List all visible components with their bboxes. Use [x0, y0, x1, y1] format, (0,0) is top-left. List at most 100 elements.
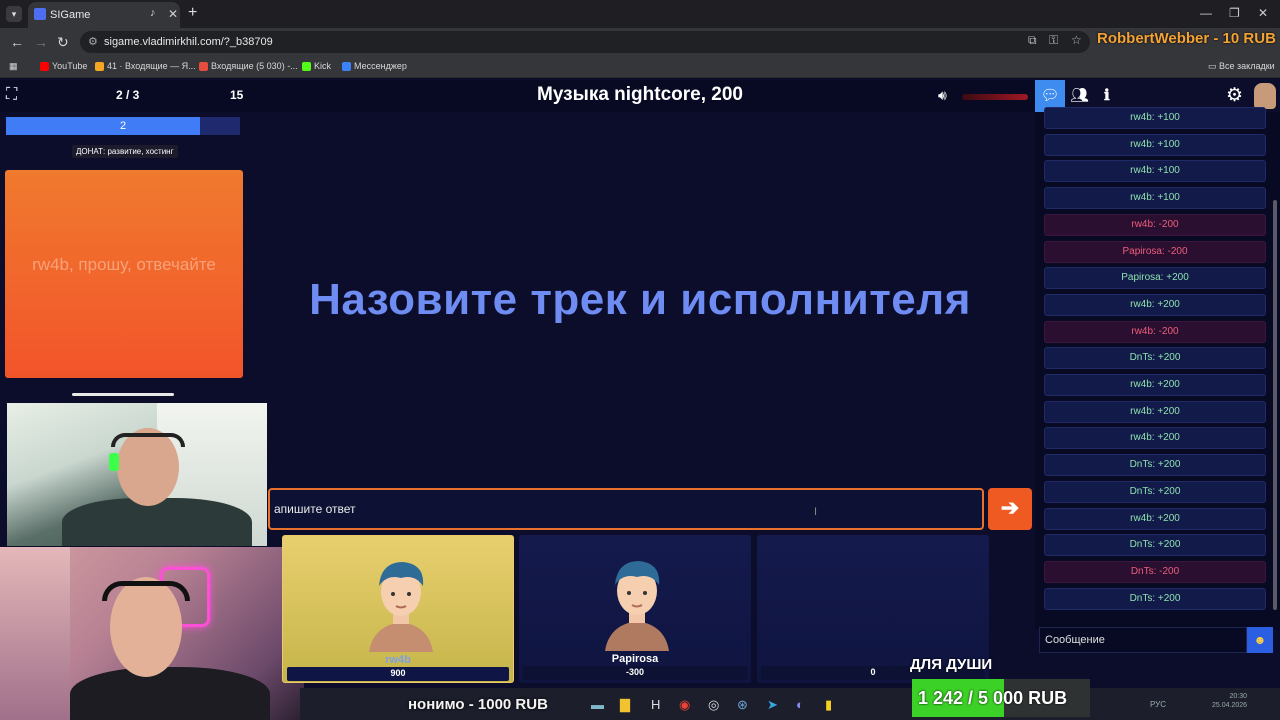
telegram-icon[interactable]: ➤ [767, 697, 778, 713]
chat-message: rw4b: +200 [1044, 400, 1266, 423]
player-card[interactable]: rw4b 900 [282, 535, 514, 683]
window-close-icon[interactable]: ✕ [1258, 6, 1268, 20]
player-avatar-icon [369, 562, 433, 652]
volume-fill [962, 94, 1028, 100]
tank-app-icon[interactable]: ▬ [591, 697, 604, 712]
top-donation-overlay: RobbertWebber - 10 RUB [1097, 30, 1276, 47]
webcam-guest [7, 403, 267, 546]
h-app-icon[interactable]: H [651, 697, 660, 712]
address-bar[interactable]: ⚙ sigame.vladimirkhil.com/?_b38709 [80, 31, 1090, 53]
tab-search-button[interactable]: ▾ [6, 6, 22, 22]
browser-tab-title: SIGame [50, 9, 91, 21]
bookmark-label: 41 · Входящие — Я... [107, 61, 196, 71]
chat-message: rw4b: -200 [1044, 320, 1266, 343]
player-card[interactable]: Papirosa -300 [519, 535, 751, 683]
webcam-streamer [0, 547, 304, 720]
avatar[interactable] [1254, 83, 1276, 109]
players-icon[interactable]: 👥︎ [1070, 86, 1089, 104]
sigame-favicon-icon [34, 8, 46, 20]
player-name: rw4b [385, 654, 411, 666]
tray-clock[interactable]: 20:30 25.04.2026 [1212, 692, 1247, 710]
chat-message: Papirosa: +200 [1044, 267, 1266, 290]
chat-message: DnTs: +200 [1044, 454, 1266, 477]
site-info-icon[interactable]: ⚙ [88, 35, 98, 48]
app-icon[interactable]: ▮ [825, 697, 832, 713]
main-question: Назовите трек и исполнителя [309, 275, 971, 324]
bookmark-youtube[interactable]: YouTube [40, 61, 87, 72]
folder-icon[interactable]: ▇ [620, 697, 630, 713]
reload-icon[interactable]: ↻ [57, 34, 69, 51]
chat-message-input[interactable] [1039, 627, 1247, 653]
player-score: -300 [625, 667, 644, 677]
donate-tooltip: ДОНАТ: развитие, хостинг [72, 145, 178, 158]
info-icon[interactable]: ℹ [1104, 86, 1110, 104]
bookmark-kick[interactable]: Kick [302, 61, 332, 72]
chat-message: DnTs: -200 [1044, 560, 1266, 583]
tray-time: 20:30 [1229, 693, 1248, 700]
bookmark-label: Kick [314, 61, 332, 71]
password-key-icon[interactable]: ⚿ [1049, 33, 1058, 48]
chat-message: DnTs: +200 [1044, 480, 1266, 503]
donation-goal-text: 1 242 / 5 000 RUB [918, 688, 1068, 708]
back-icon[interactable]: ← [10, 34, 24, 50]
bookmark-label: Входящие (5 030) -... [211, 61, 298, 71]
tray-language[interactable]: РУС [1150, 700, 1166, 709]
webcam-body [70, 667, 270, 720]
all-bookmarks[interactable]: ▭ Все закладки [1208, 61, 1275, 72]
emoji-icon[interactable]: ☻ [1247, 627, 1273, 653]
text-cursor-icon: I [814, 506, 818, 518]
chat-scrollbar[interactable] [1273, 200, 1277, 610]
new-tab-button[interactable]: + [188, 4, 197, 22]
headphones-icon [111, 433, 185, 447]
volume-icon[interactable]: 🔊︎ [938, 87, 947, 104]
browser-tab[interactable]: SIGame ♪ ✕ [28, 2, 180, 28]
all-bookmarks-label: Все закладки [1219, 61, 1275, 71]
chat-message: rw4b: +100 [1044, 107, 1266, 129]
minimize-icon[interactable]: — [1200, 6, 1212, 20]
chrome-icon[interactable]: ◉ [679, 697, 690, 713]
bookmark-mail-yandex[interactable]: 41 · Входящие — Я... [95, 61, 196, 72]
gear-icon[interactable]: ⚙ [1226, 84, 1243, 107]
address-toolbar: ← → ↻ ⚙ sigame.vladimirkhil.com/?_b38709… [0, 28, 1280, 56]
bookmark-messenger[interactable]: Мессенджер [342, 61, 407, 72]
install-app-icon[interactable]: ⧉ [1028, 33, 1037, 48]
headphones-icon [102, 581, 190, 601]
tab-close-icon[interactable]: ✕ [168, 7, 178, 21]
tab-audio-icon[interactable]: ♪ [150, 7, 156, 19]
bookmark-gmail[interactable]: Входящие (5 030) -... [199, 61, 298, 72]
url-text: sigame.vladimirkhil.com/?_b38709 [104, 36, 273, 48]
chat-message: rw4b: -200 [1044, 213, 1266, 236]
webcam-body [62, 498, 252, 546]
chat-message: DnTs: +200 [1044, 534, 1266, 557]
player-avatar-icon [605, 561, 669, 651]
send-answer-button[interactable]: ➔ [988, 488, 1032, 530]
headphone-light [109, 453, 119, 471]
chat-message: rw4b: +100 [1044, 187, 1266, 210]
divider [72, 393, 174, 396]
forward-icon[interactable]: → [34, 34, 48, 50]
chat-message: rw4b: +200 [1044, 427, 1266, 450]
chat-message: rw4b: +100 [1044, 160, 1266, 183]
chat-message: Papirosa: -200 [1044, 240, 1266, 263]
chat-message: rw4b: +200 [1044, 374, 1266, 396]
chat-message: DnTs: +200 [1044, 347, 1266, 370]
bookmarks-bar: ▦ YouTube 41 · Входящие — Я... Входящие … [0, 56, 1280, 78]
obs-icon[interactable]: ◎ [708, 697, 719, 713]
bookmark-label: Мессенджер [354, 61, 407, 71]
tray-date: 25.04.2026 [1212, 702, 1248, 709]
maximize-icon[interactable]: ❐ [1229, 6, 1240, 20]
discord-icon[interactable]: ◐ [796, 697, 804, 712]
mail-icon [95, 62, 104, 72]
steam-icon[interactable]: ⊛ [737, 697, 748, 713]
timer-progress-label: 2 [119, 120, 127, 132]
gmail-icon [199, 62, 208, 72]
youtube-icon [40, 62, 49, 72]
answer-input[interactable] [268, 488, 984, 530]
donor-overlay: нонимо - 1000 RUB [408, 696, 548, 713]
bookmark-star-icon[interactable]: ☆ [1071, 33, 1082, 47]
chat-message: rw4b: +100 [1044, 133, 1266, 156]
donation-goal-label: ДЛЯ ДУШИ [910, 656, 993, 673]
apps-grid-icon[interactable]: ▦ [9, 61, 18, 72]
webcam-background [0, 547, 70, 720]
folder-icon: ▭ [1208, 61, 1220, 71]
